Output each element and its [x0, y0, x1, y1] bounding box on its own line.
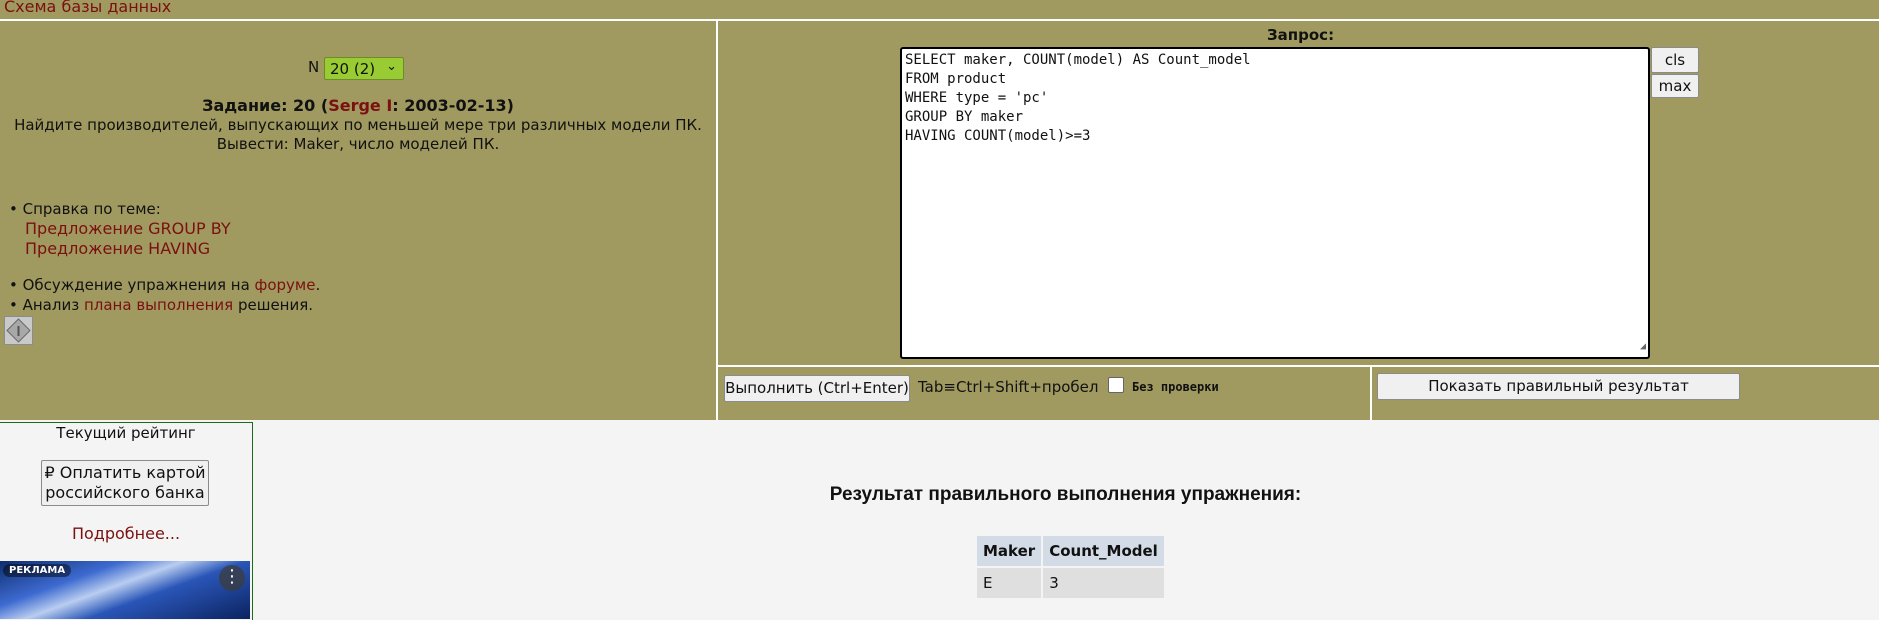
diamond-icon — [6, 318, 31, 343]
info-diamond-button[interactable] — [4, 316, 33, 345]
query-label: Запрос: — [1267, 26, 1335, 44]
chevron-down-icon: ⌄ — [386, 59, 397, 74]
no-check-checkbox[interactable] — [1108, 377, 1124, 393]
pay-line-1: ₽ Оплатить картой — [44, 463, 206, 482]
task-text-line: Найдите производителей, выпускающих по м… — [14, 116, 702, 134]
plan-suffix: решения. — [233, 296, 314, 314]
n-label: N — [308, 58, 320, 76]
query-text: SELECT maker, COUNT(model) AS Count_mode… — [905, 52, 1251, 144]
task-description: Найдите производителей, выпускающих по м… — [0, 116, 716, 154]
resize-handle-icon[interactable]: ◢ — [1640, 337, 1646, 356]
schema-link[interactable]: Схема базы данных — [4, 0, 171, 16]
result-header-row: Maker Count_Model — [977, 536, 1164, 566]
result-cell: 3 — [1043, 568, 1164, 598]
more-link[interactable]: Подробнее... — [0, 524, 252, 543]
more-options-icon[interactable]: ⋮ — [219, 565, 245, 591]
result-column-header: Maker — [977, 536, 1042, 566]
top-strip — [0, 0, 1879, 21]
pay-button[interactable]: ₽ Оплатить картой российского банка — [41, 460, 209, 506]
task-author-link[interactable]: Serge I — [328, 96, 392, 115]
show-correct-result-button[interactable]: Показать правильный результат — [1377, 373, 1740, 400]
result-cell: E — [977, 568, 1042, 598]
help-section: • Справка по теме: Предложение GROUP BY … — [9, 199, 231, 259]
plan-prefix: • Анализ — [9, 296, 84, 314]
ad-banner[interactable]: РЕКЛАМА ⋮ — [0, 561, 250, 619]
plan-link[interactable]: плана выполнения — [84, 296, 233, 314]
result-table: Maker Count_Model E 3 — [975, 534, 1166, 600]
task-title: Задание: 20 (Serge I: 2003-02-13) — [0, 96, 716, 115]
ad-tag: РЕКЛАМА — [3, 564, 72, 577]
run-button[interactable]: Выполнить (Ctrl+Enter) — [724, 375, 910, 402]
query-textarea[interactable]: SELECT maker, COUNT(model) AS Count_mode… — [900, 47, 1650, 359]
help-link-having[interactable]: Предложение HAVING — [25, 239, 231, 259]
table-row: E 3 — [977, 568, 1164, 598]
forum-line: • Обсуждение упражнения на форуме. — [9, 276, 320, 294]
help-label: • Справка по теме: — [9, 200, 161, 218]
tab-hint: Tab≡Ctrl+Shift+пробел — [918, 378, 1099, 396]
help-link-group-by[interactable]: Предложение GROUP BY — [25, 219, 231, 239]
task-title-prefix: Задание: 20 ( — [202, 96, 329, 115]
forum-suffix: . — [315, 276, 321, 294]
pay-line-2: российского банка — [45, 483, 205, 502]
maximize-button[interactable]: max — [1651, 74, 1699, 98]
task-number-value: 20 (2) — [330, 60, 376, 78]
task-output-line: Вывести: Maker, число моделей ПК. — [216, 135, 500, 153]
rating-title: Текущий рейтинг — [56, 424, 196, 442]
result-title: Результат правильного выполнения упражне… — [829, 484, 1302, 505]
controls-divider — [1370, 367, 1372, 420]
forum-prefix: • Обсуждение упражнения на — [9, 276, 255, 294]
task-number-select[interactable]: 20 (2) ⌄ — [324, 57, 404, 80]
forum-link[interactable]: форуме — [255, 276, 316, 294]
no-check-label: Без проверки — [1132, 380, 1219, 394]
plan-line: • Анализ плана выполнения решения. — [9, 296, 313, 314]
clear-button[interactable]: cls — [1651, 47, 1699, 73]
task-title-suffix: : 2003-02-13) — [392, 96, 514, 115]
result-column-header: Count_Model — [1043, 536, 1164, 566]
